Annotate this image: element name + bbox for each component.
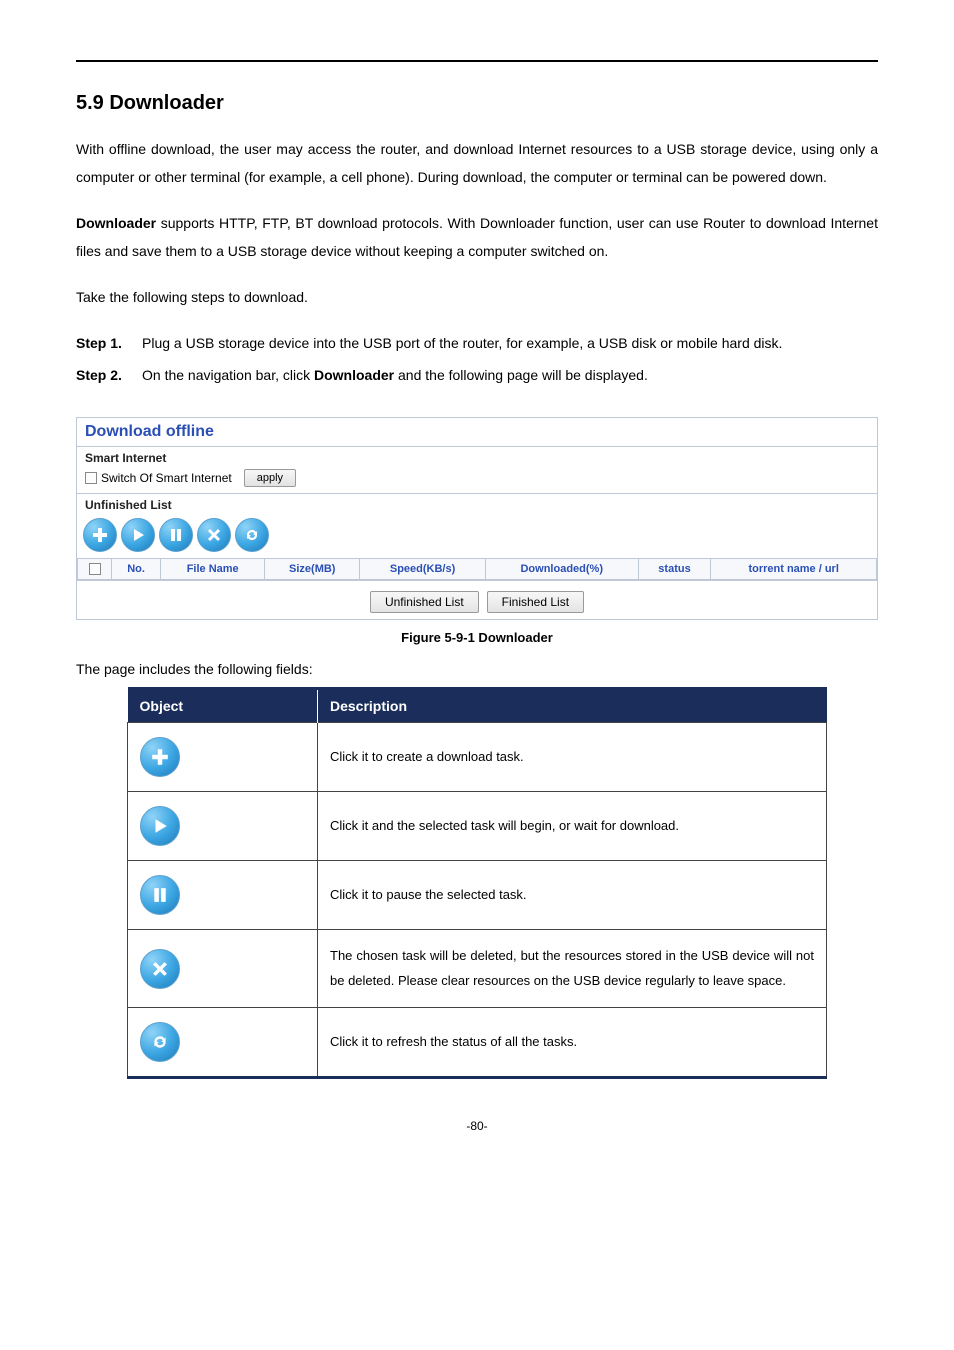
intro-paragraph-2-rest: supports HTTP, FTP, BT download protocol… <box>76 215 878 259</box>
intro-paragraph-2: Downloader supports HTTP, FTP, BT downlo… <box>76 209 878 265</box>
select-all-checkbox[interactable] <box>89 563 101 575</box>
table-row: Click it and the selected task will begi… <box>128 792 827 861</box>
desc-play: Click it and the selected task will begi… <box>318 792 827 861</box>
th-object: Object <box>128 689 318 723</box>
play-icon <box>130 527 146 543</box>
fields-intro: The page includes the following fields: <box>76 661 878 677</box>
refresh-icon <box>140 1022 180 1062</box>
plus-icon <box>91 526 109 544</box>
col-filename: File Name <box>161 559 265 580</box>
close-icon <box>140 949 180 989</box>
pause-icon <box>140 875 180 915</box>
step-1: Step 1. Plug a USB storage device into t… <box>76 329 878 357</box>
step-2-text: On the navigation bar, click Downloader … <box>142 361 878 389</box>
desc-plus: Click it to create a download task. <box>318 723 827 792</box>
object-description-table: Object Description Click it to create a … <box>127 687 827 1079</box>
section-heading: 5.9 Downloader <box>76 92 878 115</box>
col-status: status <box>638 559 711 580</box>
downloader-nav-bold: Downloader <box>314 367 394 383</box>
desc-pause: Click it to pause the selected task. <box>318 861 827 930</box>
step-1-text: Plug a USB storage device into the USB p… <box>142 329 878 357</box>
pause-task-button[interactable] <box>159 518 193 552</box>
switch-smart-internet-checkbox[interactable] <box>85 472 97 484</box>
page-number: -80- <box>76 1119 878 1133</box>
delete-task-button[interactable] <box>197 518 231 552</box>
intro-paragraph-3: Take the following steps to download. <box>76 283 878 311</box>
step-2-label: Step 2. <box>76 361 142 389</box>
panel-title: Download offline <box>77 418 877 447</box>
play-icon <box>140 806 180 846</box>
desc-refresh: Click it to refresh the status of all th… <box>318 1008 827 1078</box>
th-description: Description <box>318 689 827 723</box>
table-row: Click it to create a download task. <box>128 723 827 792</box>
desc-delete: The chosen task will be deleted, but the… <box>318 930 827 1008</box>
downloader-bold: Downloader <box>76 215 156 231</box>
close-icon <box>207 528 221 542</box>
table-row: Click it to pause the selected task. <box>128 861 827 930</box>
add-task-button[interactable] <box>83 518 117 552</box>
plus-icon <box>140 737 180 777</box>
pause-icon <box>169 528 183 542</box>
apply-button[interactable]: apply <box>244 469 296 487</box>
unfinished-list-tab[interactable]: Unfinished List <box>370 591 479 613</box>
col-torrent: torrent name / url <box>711 559 877 580</box>
download-offline-panel: Download offline Smart Internet Switch O… <box>76 417 878 620</box>
smart-internet-heading: Smart Internet <box>77 447 877 467</box>
play-task-button[interactable] <box>121 518 155 552</box>
unfinished-list-heading: Unfinished List <box>77 494 877 514</box>
col-downloaded: Downloaded(%) <box>485 559 638 580</box>
col-no: No. <box>112 559 161 580</box>
step-2: Step 2. On the navigation bar, click Dow… <box>76 361 878 389</box>
figure-caption: Figure 5-9-1 Downloader <box>76 630 878 645</box>
refresh-tasks-button[interactable] <box>235 518 269 552</box>
table-row: Click it to refresh the status of all th… <box>128 1008 827 1078</box>
col-speed: Speed(KB/s) <box>360 559 485 580</box>
unfinished-table: No. File Name Size(MB) Speed(KB/s) Downl… <box>77 558 877 580</box>
switch-smart-internet-label: Switch Of Smart Internet <box>101 471 232 485</box>
finished-list-tab[interactable]: Finished List <box>487 591 584 613</box>
col-size: Size(MB) <box>265 559 360 580</box>
refresh-icon <box>244 527 260 543</box>
intro-paragraph-1: With offline download, the user may acce… <box>76 135 878 191</box>
table-row: The chosen task will be deleted, but the… <box>128 930 827 1008</box>
step-1-label: Step 1. <box>76 329 142 357</box>
